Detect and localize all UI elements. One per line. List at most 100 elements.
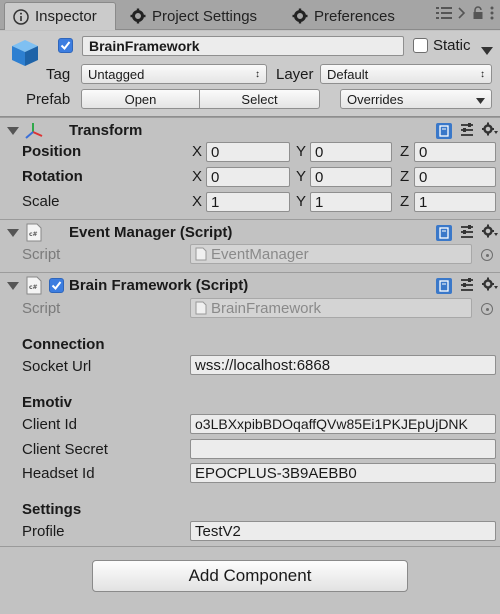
rotation-y-field[interactable]: 0 — [310, 167, 392, 187]
component-gear-icon[interactable] — [482, 277, 498, 295]
scale-x-field[interactable]: 1 — [206, 192, 290, 212]
tab-inspector[interactable]: Inspector — [4, 2, 116, 30]
tab-project-settings-label: Project Settings — [152, 7, 258, 25]
preset-sliders-icon[interactable] — [460, 224, 474, 242]
event-manager-script-value: EventManager — [211, 245, 309, 263]
fold-triangle-icon[interactable] — [7, 127, 19, 135]
position-label: Position — [22, 143, 82, 160]
tab-inspector-label: Inspector — [35, 8, 97, 25]
fold-triangle-icon[interactable] — [7, 229, 19, 237]
tab-preferences[interactable]: Preferences — [292, 2, 395, 30]
csharp-script-icon: c# — [26, 276, 42, 295]
rotation-x-field[interactable]: 0 — [206, 167, 290, 187]
brain-framework-script-label: Script — [22, 300, 61, 317]
position-z-field[interactable]: 0 — [414, 142, 496, 162]
gear-icon — [292, 8, 308, 24]
svg-text:c#: c# — [29, 284, 38, 291]
rotation-y-axis-label[interactable]: Y — [296, 168, 306, 185]
object-header: BrainFramework Static Tag Untagged ↕ Lay… — [0, 31, 500, 117]
rotation-label: Rotation — [22, 168, 83, 185]
csharp-script-icon — [195, 301, 207, 315]
help-book-icon[interactable] — [436, 278, 452, 294]
help-book-icon[interactable] — [436, 123, 452, 139]
tag-dropdown[interactable]: Untagged ↕ — [81, 64, 267, 84]
object-picker-icon[interactable] — [481, 303, 493, 315]
position-y-field[interactable]: 0 — [310, 142, 392, 162]
add-component-button[interactable]: Add Component — [92, 560, 408, 592]
object-name-field[interactable]: BrainFramework — [82, 36, 404, 56]
event-manager-script-field: EventManager — [190, 244, 472, 264]
profile-field[interactable]: TestV2 — [190, 521, 496, 541]
preset-sliders-icon[interactable] — [460, 122, 474, 140]
event-manager-script-label: Script — [22, 246, 61, 263]
prefab-select-button[interactable]: Select — [200, 89, 320, 109]
svg-text:c#: c# — [29, 231, 38, 238]
headset-id-field[interactable]: EPOCPLUS-3B9AEBB0 — [190, 463, 496, 483]
rotation-z-field[interactable]: 0 — [414, 167, 496, 187]
help-book-icon[interactable] — [436, 225, 452, 241]
section-divider — [0, 546, 500, 547]
transform-title: Transform — [69, 122, 143, 139]
gameobject-cube-icon — [9, 37, 41, 72]
position-x-axis-label[interactable]: X — [192, 143, 202, 160]
csharp-script-icon — [195, 247, 207, 261]
updown-arrow-icon: ↕ — [480, 68, 485, 80]
csharp-script-icon: c# — [26, 223, 42, 242]
more-menu-icon[interactable] — [490, 6, 494, 23]
scale-x-axis-label[interactable]: X — [192, 193, 202, 210]
gear-icon — [130, 8, 146, 24]
object-picker-icon[interactable] — [481, 249, 493, 261]
position-z-axis-label[interactable]: Z — [400, 143, 409, 160]
component-gear-icon[interactable] — [482, 122, 498, 140]
client-id-label: Client Id — [22, 416, 78, 433]
settings-header: Settings — [22, 501, 82, 518]
tab-project-settings[interactable]: Project Settings — [130, 2, 257, 30]
brain-framework-script-field: BrainFramework — [190, 298, 472, 318]
layer-label: Layer — [276, 66, 314, 83]
static-checkbox[interactable] — [413, 38, 428, 53]
position-y-axis-label[interactable]: Y — [296, 143, 306, 160]
event-manager-header[interactable]: c# Event Manager (Script) — [0, 219, 500, 245]
overrides-value: Overrides — [347, 91, 404, 107]
prefab-open-button[interactable]: Open — [81, 89, 200, 109]
tab-preferences-label: Preferences — [314, 7, 395, 25]
chevron-right-icon[interactable] — [458, 7, 466, 22]
socket-url-label: Socket Url — [22, 358, 92, 375]
scale-y-field[interactable]: 1 — [310, 192, 392, 212]
preset-sliders-icon[interactable] — [460, 277, 474, 295]
tab-bar: Inspector Project Settings Preferences — [0, 0, 500, 30]
lock-icon[interactable] — [472, 6, 484, 23]
client-id-field[interactable]: o3LBXxpibBDOqaffQVw85Ei1PKJEpUjDNK — [190, 414, 496, 434]
prefab-overrides-dropdown[interactable]: Overrides — [340, 89, 492, 109]
headset-id-label: Headset Id — [22, 465, 95, 482]
client-secret-field[interactable] — [190, 439, 496, 459]
socket-url-field[interactable]: wss://localhost:6868 — [190, 355, 496, 375]
transform-header[interactable]: Transform — [0, 117, 500, 143]
transform-axes-icon — [24, 121, 44, 141]
updown-arrow-icon: ↕ — [255, 68, 260, 80]
scale-label: Scale — [22, 193, 60, 210]
scale-z-axis-label[interactable]: Z — [400, 193, 409, 210]
fold-triangle-icon[interactable] — [7, 282, 19, 290]
static-label: Static — [433, 37, 471, 54]
client-secret-label: Client Secret — [22, 441, 108, 458]
event-manager-title: Event Manager (Script) — [69, 224, 233, 241]
rotation-z-axis-label[interactable]: Z — [400, 168, 409, 185]
scale-y-axis-label[interactable]: Y — [296, 193, 306, 210]
static-dropdown-arrow-icon[interactable] — [481, 42, 493, 58]
tag-value: Untagged — [88, 66, 145, 82]
tag-label: Tag — [46, 66, 71, 83]
brain-framework-script-value: BrainFramework — [211, 299, 322, 317]
component-gear-icon[interactable] — [482, 224, 498, 242]
emotiv-header: Emotiv — [22, 394, 73, 411]
scale-z-field[interactable]: 1 — [414, 192, 496, 212]
prefab-label: Prefab — [26, 91, 71, 108]
brain-framework-enabled-checkbox[interactable] — [49, 278, 64, 293]
info-icon — [13, 8, 29, 25]
tab-list-icon[interactable] — [436, 6, 452, 23]
rotation-x-axis-label[interactable]: X — [192, 168, 202, 185]
brain-framework-header[interactable]: c# Brain Framework (Script) — [0, 272, 500, 298]
active-checkbox[interactable] — [58, 38, 73, 53]
position-x-field[interactable]: 0 — [206, 142, 290, 162]
layer-dropdown[interactable]: Default ↕ — [320, 64, 492, 84]
